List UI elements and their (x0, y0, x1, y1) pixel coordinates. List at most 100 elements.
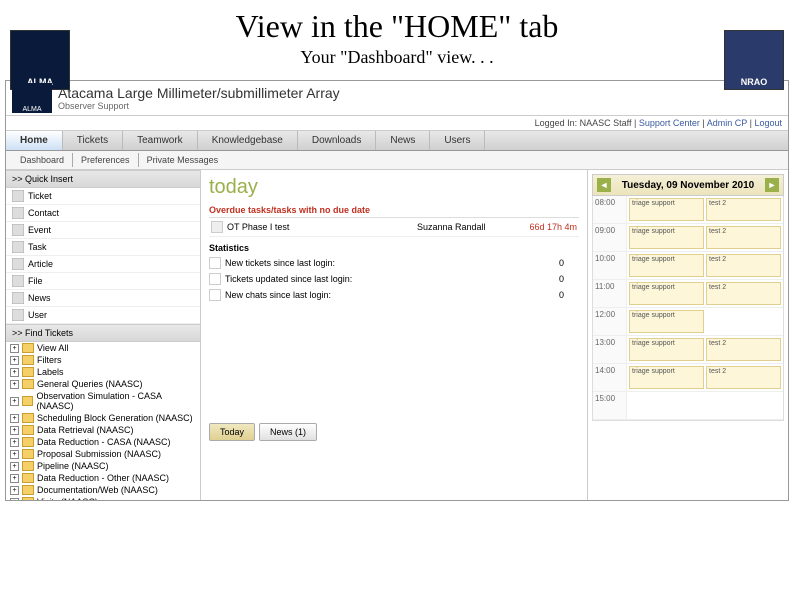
stat-row: New chats since last login:0 (209, 287, 579, 303)
quick-user[interactable]: User (6, 307, 200, 324)
calendar-panel: ◄ Tuesday, 09 November 2010 ► 08:00triag… (588, 170, 788, 500)
calendar-event[interactable]: triage support (629, 254, 704, 277)
logged-user: NAASC Staff (580, 118, 632, 128)
dashboard-panel: today Overdue tasks/tasks with no due da… (201, 170, 588, 500)
tree-toggle-icon[interactable]: + (10, 426, 19, 435)
app-window: ALMA Atacama Large Millimeter/submillime… (5, 80, 789, 501)
app-header: ALMA Atacama Large Millimeter/submillime… (6, 81, 788, 116)
today-header: today (209, 176, 579, 199)
folder-icon (22, 497, 34, 500)
calendar-event[interactable]: test 2 (706, 198, 781, 221)
tab-home[interactable]: Home (6, 131, 63, 150)
calendar-event[interactable]: test 2 (706, 366, 781, 389)
button-bar: Today News (1) (209, 423, 579, 441)
link-logout[interactable]: Logout (754, 118, 782, 128)
tree-toggle-icon[interactable]: + (10, 414, 19, 423)
folder-icon (22, 343, 34, 353)
news-button[interactable]: News (1) (259, 423, 317, 441)
tree-toggle-icon[interactable]: + (10, 397, 19, 406)
quick-contact[interactable]: Contact (6, 205, 200, 222)
task-due: 66d 17h 4m (517, 222, 577, 232)
stat-icon (209, 257, 221, 269)
contact-icon (12, 207, 24, 219)
tree-item[interactable]: +Data Retrieval (NAASC) (6, 424, 200, 436)
stat-row: Tickets updated since last login:0 (209, 271, 579, 287)
task-assignee: Suzanna Randall (417, 222, 517, 232)
slide-subtitle: Your "Dashboard" view. . . (0, 47, 794, 68)
overdue-header: Overdue tasks/tasks with no due date (209, 203, 579, 218)
tree-toggle-icon[interactable]: + (10, 462, 19, 471)
tree-toggle-icon[interactable]: + (10, 380, 19, 389)
quick-file[interactable]: File (6, 273, 200, 290)
prev-day-button[interactable]: ◄ (597, 178, 611, 192)
quick-insert-header: >> Quick Insert (6, 170, 200, 188)
calendar-event[interactable]: triage support (629, 282, 704, 305)
subtab-private-messages[interactable]: Private Messages (139, 153, 227, 167)
subtab-preferences[interactable]: Preferences (73, 153, 139, 167)
quick-ticket[interactable]: Ticket (6, 188, 200, 205)
tab-downloads[interactable]: Downloads (298, 131, 376, 150)
calendar-time: 14:00 (593, 364, 627, 391)
tree-toggle-icon[interactable]: + (10, 344, 19, 353)
task-icon (211, 221, 223, 233)
subtab-dashboard[interactable]: Dashboard (12, 153, 73, 167)
tree-toggle-icon[interactable]: + (10, 474, 19, 483)
calendar-event[interactable]: test 2 (706, 282, 781, 305)
tree-item[interactable]: +General Queries (NAASC) (6, 378, 200, 390)
tree-item[interactable]: +Documentation/Web (NAASC) (6, 484, 200, 496)
folder-icon (22, 355, 34, 365)
tree-item[interactable]: +Labels (6, 366, 200, 378)
tree-item[interactable]: +Data Reduction - CASA (NAASC) (6, 436, 200, 448)
calendar-event[interactable]: triage support (629, 310, 704, 333)
tree-item[interactable]: +Pipeline (NAASC) (6, 460, 200, 472)
tab-news[interactable]: News (376, 131, 430, 150)
quick-article[interactable]: Article (6, 256, 200, 273)
calendar-event[interactable]: triage support (629, 338, 704, 361)
quick-event[interactable]: Event (6, 222, 200, 239)
tree-toggle-icon[interactable]: + (10, 486, 19, 495)
task-row[interactable]: OT Phase I test Suzanna Randall 66d 17h … (209, 218, 579, 237)
calendar-row: 09:00triage supporttest 2 (593, 224, 783, 252)
tree-item[interactable]: +Proposal Submission (NAASC) (6, 448, 200, 460)
tab-users[interactable]: Users (430, 131, 485, 150)
link-support-center[interactable]: Support Center (639, 118, 700, 128)
folder-icon (22, 485, 34, 495)
link-admin-cp[interactable]: Admin CP (707, 118, 747, 128)
today-button[interactable]: Today (209, 423, 255, 441)
tree-item[interactable]: +View All (6, 342, 200, 354)
tree-item[interactable]: +Scheduling Block Generation (NAASC) (6, 412, 200, 424)
calendar-event[interactable]: test 2 (706, 226, 781, 249)
find-tickets-header: >> Find Tickets (6, 324, 200, 342)
tree-item[interactable]: +Data Reduction - Other (NAASC) (6, 472, 200, 484)
tree-toggle-icon[interactable]: + (10, 356, 19, 365)
tree-toggle-icon[interactable]: + (10, 450, 19, 459)
login-bar: Logged In: NAASC Staff | Support Center … (6, 116, 788, 131)
tab-teamwork[interactable]: Teamwork (123, 131, 198, 150)
calendar-event[interactable]: triage support (629, 198, 704, 221)
calendar-event[interactable]: test 2 (706, 338, 781, 361)
tab-tickets[interactable]: Tickets (63, 131, 123, 150)
stat-icon (209, 289, 221, 301)
calendar-row: 15:00 (593, 392, 783, 420)
calendar-event[interactable]: triage support (629, 226, 704, 249)
content-area: >> Quick Insert TicketContactEventTaskAr… (6, 170, 788, 500)
quick-news[interactable]: News (6, 290, 200, 307)
tab-knowledgebase[interactable]: Knowledgebase (198, 131, 298, 150)
tree-item[interactable]: +Filters (6, 354, 200, 366)
task-icon (12, 241, 24, 253)
calendar-event[interactable]: triage support (629, 366, 704, 389)
folder-icon (22, 379, 34, 389)
tree-item[interactable]: +Visits (NAASC) (6, 496, 200, 500)
task-name: OT Phase I test (227, 222, 417, 232)
tree-toggle-icon[interactable]: + (10, 438, 19, 447)
calendar-row: 13:00triage supporttest 2 (593, 336, 783, 364)
statistics-header: Statistics (209, 243, 579, 253)
tree-item[interactable]: +Observation Simulation - CASA (NAASC) (6, 390, 200, 412)
calendar-time: 12:00 (593, 308, 627, 335)
alma-logo: ALMA (10, 30, 70, 90)
quick-task[interactable]: Task (6, 239, 200, 256)
next-day-button[interactable]: ► (765, 178, 779, 192)
calendar-event[interactable]: test 2 (706, 254, 781, 277)
tree-toggle-icon[interactable]: + (10, 368, 19, 377)
tree-toggle-icon[interactable]: + (10, 498, 19, 501)
